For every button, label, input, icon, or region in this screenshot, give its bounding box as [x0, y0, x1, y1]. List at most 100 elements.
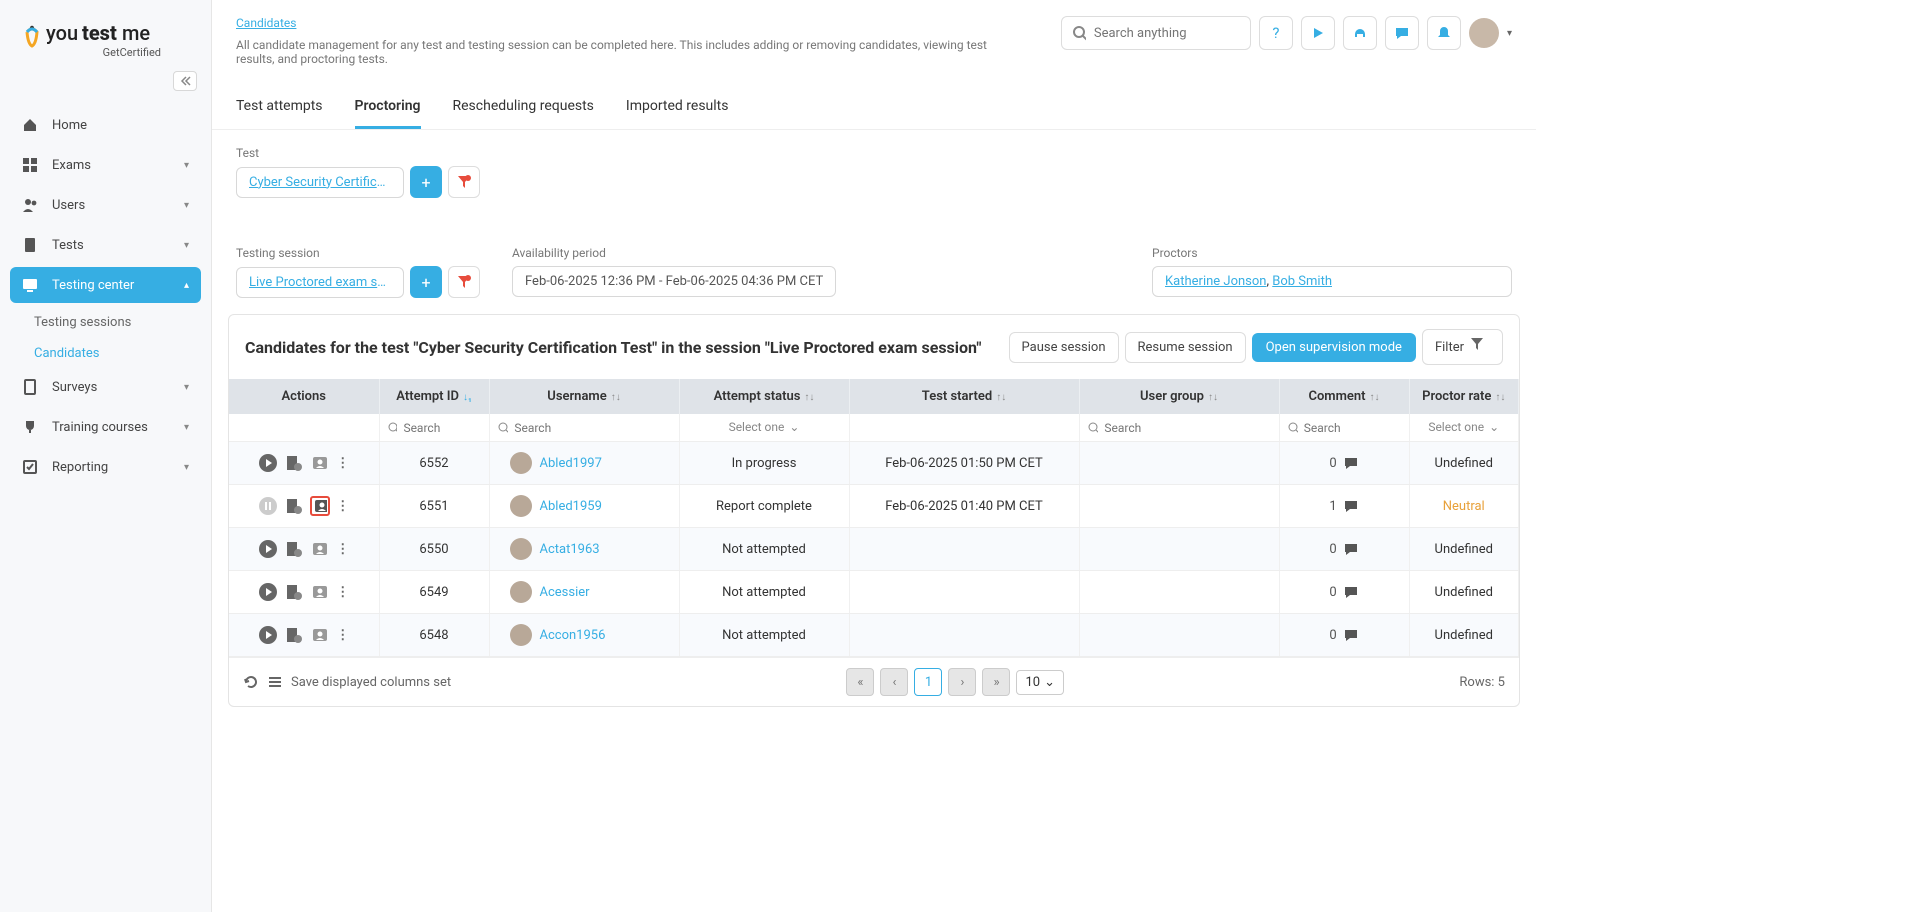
search-comment[interactable] [1304, 421, 1401, 435]
nav-reporting[interactable]: Reporting ▾ [10, 449, 201, 485]
row-more-button[interactable]: ⋮ [336, 499, 349, 514]
row-more-button[interactable]: ⋮ [336, 628, 349, 643]
columns-button[interactable] [267, 674, 283, 690]
tab-rescheduling[interactable]: Rescheduling requests [453, 98, 594, 129]
username-link[interactable]: Abled1997 [540, 456, 602, 471]
row-proctor-button[interactable] [310, 582, 330, 602]
page-size-select[interactable]: 10⌄ [1016, 670, 1064, 695]
row-proctor-button[interactable] [310, 539, 330, 559]
col-rate[interactable]: Proctor rate↑↓ [1409, 379, 1519, 414]
nav-sub-candidates[interactable]: Candidates [10, 338, 201, 369]
collapse-sidebar-button[interactable] [173, 71, 197, 91]
columns-text[interactable]: Save displayed columns set [291, 675, 451, 690]
support-button[interactable] [1343, 16, 1377, 50]
row-more-button[interactable]: ⋮ [336, 542, 349, 557]
row-report-button[interactable] [284, 453, 304, 473]
comment-icon[interactable] [1343, 627, 1359, 643]
comment-icon[interactable] [1343, 541, 1359, 557]
nav-home[interactable]: Home [10, 107, 201, 143]
open-supervision-button[interactable]: Open supervision mode [1252, 333, 1416, 362]
row-more-button[interactable]: ⋮ [336, 585, 349, 600]
tab-imported-results[interactable]: Imported results [626, 98, 729, 129]
proctor-link-2[interactable]: Bob Smith [1272, 274, 1332, 289]
filter-test-value[interactable]: Cyber Security Certificati... [236, 167, 404, 198]
row-play-button[interactable] [258, 625, 278, 645]
col-attempt-id[interactable]: Attempt ID↓₁ [379, 379, 489, 414]
nav-exams[interactable]: Exams ▾ [10, 147, 201, 183]
username-link[interactable]: Abled1959 [540, 499, 602, 514]
nav-testing-center[interactable]: Testing center ▴ [10, 267, 201, 303]
col-username[interactable]: Username↑↓ [489, 379, 679, 414]
select-status[interactable]: Select one ⌄ [729, 420, 800, 434]
row-play-button[interactable] [258, 496, 278, 516]
breadcrumb-candidates[interactable]: Candidates [236, 16, 296, 30]
nav-users[interactable]: Users ▾ [10, 187, 201, 223]
row-report-button[interactable] [284, 582, 304, 602]
cell-status: In progress [679, 442, 849, 485]
page-last-button[interactable]: » [982, 668, 1010, 696]
comment-icon[interactable] [1343, 498, 1359, 514]
row-play-button[interactable] [258, 453, 278, 473]
select-rate[interactable]: Select one ⌄ [1428, 420, 1499, 434]
row-proctor-button[interactable] [310, 496, 330, 516]
col-group[interactable]: User group↑↓ [1079, 379, 1279, 414]
search-group[interactable] [1104, 421, 1270, 435]
nav-surveys[interactable]: Surveys ▾ [10, 369, 201, 405]
col-comment[interactable]: Comment↑↓ [1279, 379, 1409, 414]
nav-sub-testing-sessions[interactable]: Testing sessions [10, 307, 201, 338]
comment-icon[interactable] [1343, 455, 1359, 471]
refresh-button[interactable] [243, 674, 259, 690]
tab-test-attempts[interactable]: Test attempts [236, 98, 323, 129]
clear-session-button[interactable] [448, 266, 480, 298]
comment-icon[interactable] [1343, 584, 1359, 600]
page-current[interactable]: 1 [914, 668, 942, 696]
filter-button[interactable]: Filter [1422, 329, 1503, 365]
search-attempt-id[interactable] [403, 421, 480, 435]
user-avatar-icon [510, 538, 532, 560]
user-menu-chevron-icon[interactable]: ▾ [1507, 28, 1512, 39]
username-link[interactable]: Accon1956 [540, 628, 606, 643]
filter-session-value[interactable]: Live Proctored exam ses... [236, 267, 404, 298]
row-play-button[interactable] [258, 539, 278, 559]
tab-proctoring[interactable]: Proctoring [355, 98, 421, 129]
add-test-button[interactable]: + [410, 166, 442, 198]
row-proctor-button[interactable] [310, 625, 330, 645]
pause-session-button[interactable]: Pause session [1009, 332, 1119, 363]
page-next-button[interactable]: › [948, 668, 976, 696]
col-started[interactable]: Test started↑↓ [849, 379, 1079, 414]
notifications-button[interactable] [1427, 16, 1461, 50]
user-avatar[interactable] [1469, 18, 1499, 48]
row-play-button[interactable] [258, 582, 278, 602]
user-avatar-icon [510, 495, 532, 517]
row-report-button[interactable] [284, 539, 304, 559]
resume-session-button[interactable]: Resume session [1125, 332, 1246, 363]
clear-test-button[interactable] [448, 166, 480, 198]
chat-button[interactable] [1385, 16, 1419, 50]
search-username[interactable] [514, 421, 670, 435]
nav-training-courses[interactable]: Training courses ▾ [10, 409, 201, 445]
col-actions[interactable]: Actions [229, 379, 379, 414]
svg-text:test: test [82, 21, 117, 45]
row-proctor-button[interactable] [310, 453, 330, 473]
panel-title: Candidates for the test "Cyber Security … [245, 338, 981, 357]
row-more-button[interactable]: ⋮ [336, 456, 349, 471]
help-icon: ? [1272, 24, 1279, 42]
play-button[interactable] [1301, 16, 1335, 50]
username-link[interactable]: Actat1963 [540, 542, 600, 557]
add-session-button[interactable]: + [410, 266, 442, 298]
row-report-button[interactable] [284, 496, 304, 516]
nav-tests[interactable]: Tests ▾ [10, 227, 201, 263]
chevron-down-icon: ⌄ [1044, 675, 1055, 690]
global-search-input[interactable] [1094, 26, 1240, 41]
row-report-button[interactable] [284, 625, 304, 645]
page-description: All candidate management for any test an… [236, 38, 996, 66]
page-prev-button[interactable]: ‹ [880, 668, 908, 696]
global-search[interactable] [1061, 16, 1251, 50]
col-status[interactable]: Attempt status↑↓ [679, 379, 849, 414]
username-link[interactable]: Acessier [540, 585, 590, 600]
page-first-button[interactable]: « [846, 668, 874, 696]
proctor-link-1[interactable]: Katherine Jonson [1165, 274, 1266, 289]
cell-status: Report complete [679, 485, 849, 528]
cell-group [1079, 571, 1279, 614]
help-button[interactable]: ? [1259, 16, 1293, 50]
